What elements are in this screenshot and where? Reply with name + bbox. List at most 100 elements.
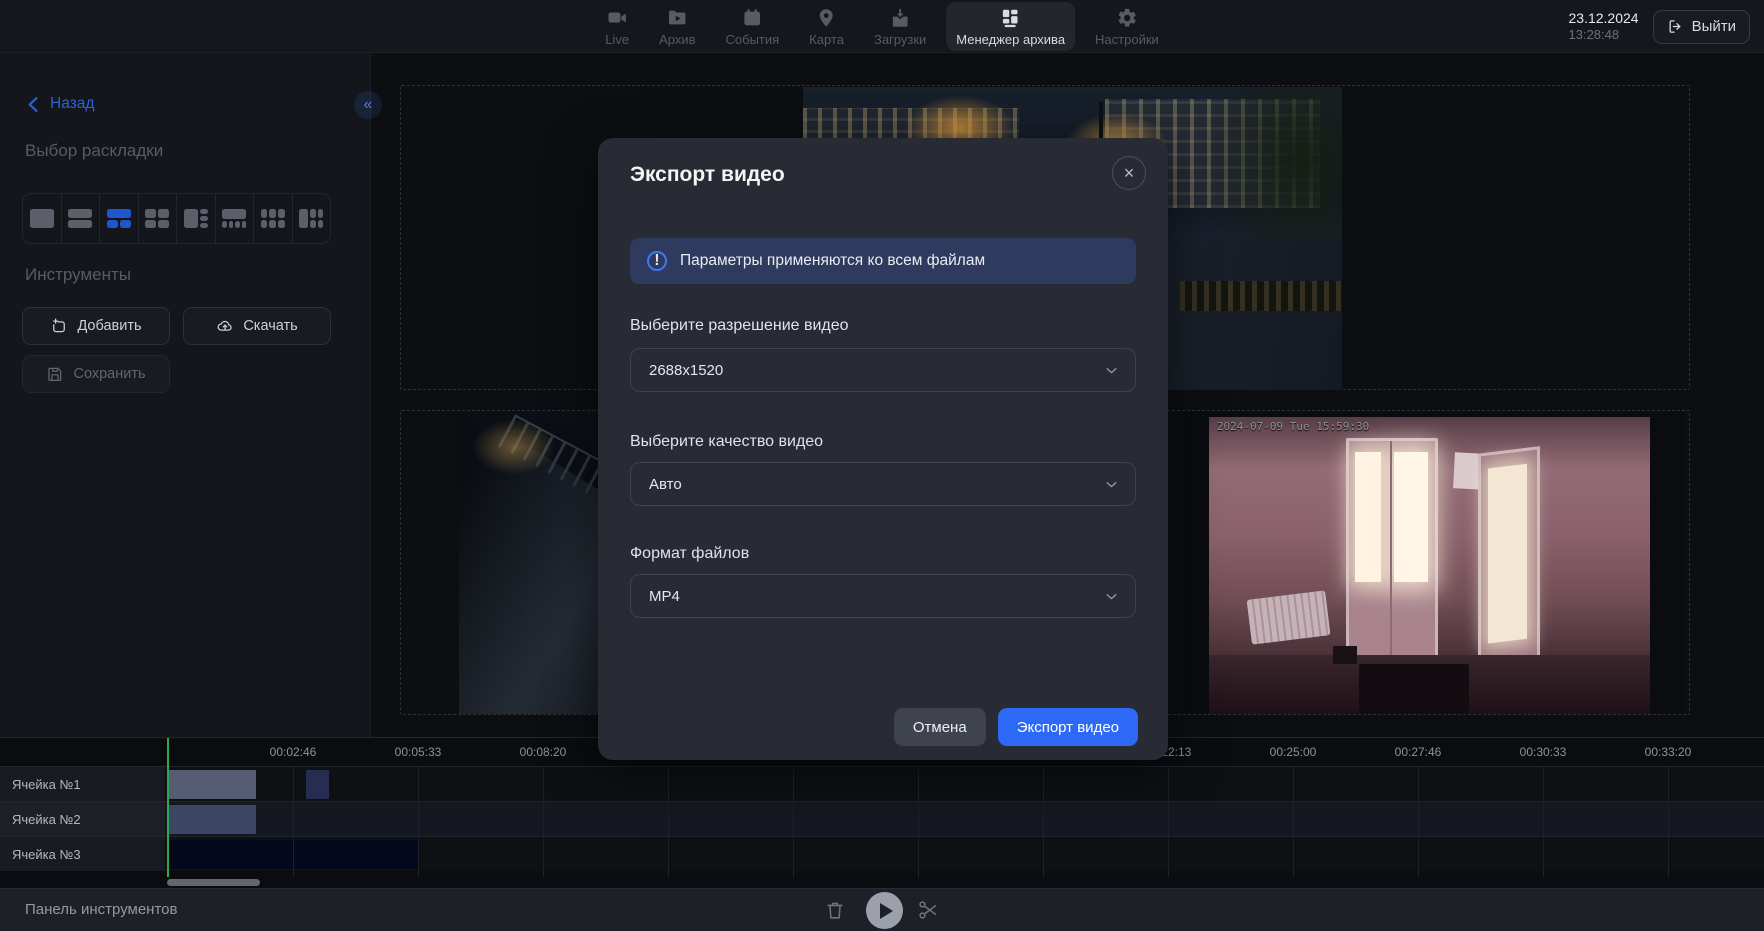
collapse-sidebar-button[interactable]: « [354,91,382,119]
timeline-gridline [1168,766,1169,877]
tab-map[interactable]: Карта [799,2,854,51]
timeline-tick: 00:02:46 [270,745,317,759]
chevron-down-icon [1103,362,1120,379]
play-icon [880,903,893,919]
video-art [1488,463,1527,643]
timeline-tick: 00:05:33 [395,745,442,759]
timeline-clip[interactable] [168,805,256,834]
layout-grid-2x2-icon [145,209,169,228]
delete-button[interactable] [824,899,846,921]
timeline-tick: 00:08:20 [520,745,567,759]
layout-section-title: Выбор раскладки [25,141,163,161]
timeline-gridline [1668,766,1669,877]
layout-option-one-top-four-bottom[interactable] [215,194,254,243]
close-dialog-button[interactable]: × [1112,156,1146,190]
layout-option-single[interactable] [23,194,61,243]
timeline-track-3[interactable] [165,837,1764,871]
timeline-track-1[interactable] [165,767,1764,801]
back-label: Назад [50,95,94,113]
calendar-icon [741,7,763,29]
logout-label: Выйти [1692,18,1736,35]
video-art-door [1346,438,1438,676]
logout-icon [1667,18,1684,35]
cancel-button[interactable]: Отмена [894,708,986,746]
tab-label: Карта [809,32,844,47]
video-hallway[interactable]: 2024-07-09 Tue 15:59:30 [1179,411,1685,714]
tab-label: Настройки [1095,32,1159,47]
video-camera-icon [606,7,628,29]
tab-settings[interactable]: Настройки [1085,2,1169,51]
add-label: Добавить [77,318,141,334]
resolution-label: Выберите разрешение видео [630,317,849,335]
top-bar: Live Архив События Карта Загрузки Менедж… [0,0,1764,53]
info-banner-text: Параметры применяются ко всем файлам [680,252,985,270]
timeline-clip[interactable] [168,770,256,799]
tab-label: События [726,32,780,47]
timeline-gridline [668,766,669,877]
download-button[interactable]: Скачать [183,307,331,345]
timeline-gridline [1043,766,1044,877]
timeline-tick: 00:33:20 [1645,745,1692,759]
timeline-clip[interactable] [306,770,329,799]
video-art [1355,452,1381,582]
playhead[interactable] [167,738,169,877]
timeline-track-2[interactable] [165,802,1764,836]
timeline-tick: 00:30:33 [1520,745,1567,759]
timeline-row-1: Ячейка №1 [0,766,1764,801]
timeline-tick: 00:27:46 [1395,745,1442,759]
dialog-actions: Отмена Экспорт видео [894,708,1138,746]
tools-section-title: Инструменты [25,265,131,285]
quality-select[interactable]: Авто [630,462,1136,506]
camera-timestamp-overlay: 2024-07-09 Tue 15:59:30 [1217,420,1369,433]
save-button[interactable]: Сохранить [22,355,170,393]
layout-option-mosaic[interactable] [292,194,331,243]
video-art [1209,417,1649,714]
timeline-row-label: Ячейка №1 [0,767,165,801]
dialog-title: Экспорт видео [630,163,785,187]
tab-archive[interactable]: Архив [649,2,705,51]
layout-option-one-left-three-right[interactable] [176,194,215,243]
tab-live[interactable]: Live [595,2,639,51]
format-select[interactable]: MP4 [630,574,1136,618]
layout-option-two-rows[interactable] [61,194,100,243]
video-art-radiator [1247,591,1331,645]
layout-mosaic-icon [299,209,323,228]
save-label: Сохранить [73,366,145,382]
row-label-text: Ячейка №3 [12,847,81,862]
folder-play-icon [666,7,688,29]
scrollbar-thumb[interactable] [167,879,260,886]
main-nav: Live Архив События Карта Загрузки Менедж… [595,2,1169,51]
export-video-button[interactable]: Экспорт видео [998,708,1138,746]
layout-option-grid-2x2[interactable] [138,194,177,243]
layout-two-rows-icon [68,209,92,228]
info-icon: ! [647,251,667,271]
archive-manager-screen: Live Архив События Карта Загрузки Менедж… [0,0,1764,931]
current-date: 23.12.2024 [1569,10,1639,28]
row-label-text: Ячейка №2 [12,812,81,827]
tab-events[interactable]: События [716,2,790,51]
tab-downloads[interactable]: Загрузки [864,2,936,51]
timeline-gridline [918,766,919,877]
format-label: Формат файлов [630,545,749,563]
tab-label: Менеджер архива [956,32,1065,47]
layout-option-one-top-two-bottom[interactable] [99,194,138,243]
timeline-row-label: Ячейка №3 [0,837,165,871]
back-link[interactable]: Назад [26,95,94,113]
layout-option-grid-3x2[interactable] [253,194,292,243]
timeline-row-3: Ячейка №3 [0,836,1764,871]
resolution-value: 2688x1520 [649,362,723,379]
video-art-door [1478,446,1540,673]
resolution-select[interactable]: 2688x1520 [630,348,1136,392]
layout-selector [22,193,331,244]
cut-button[interactable] [917,899,939,921]
video-art [1359,664,1469,714]
timeline-gridline [293,766,294,877]
video-art [1394,452,1429,582]
add-button[interactable]: Добавить [22,307,170,345]
tab-archive-manager[interactable]: Менеджер архива [946,2,1075,51]
layout-one-top-two-bottom-icon [107,209,131,228]
layout-one-left-three-right-icon [184,209,208,228]
logout-button[interactable]: Выйти [1653,10,1750,44]
cloud-upload-icon [216,317,234,335]
play-button[interactable] [866,892,903,929]
